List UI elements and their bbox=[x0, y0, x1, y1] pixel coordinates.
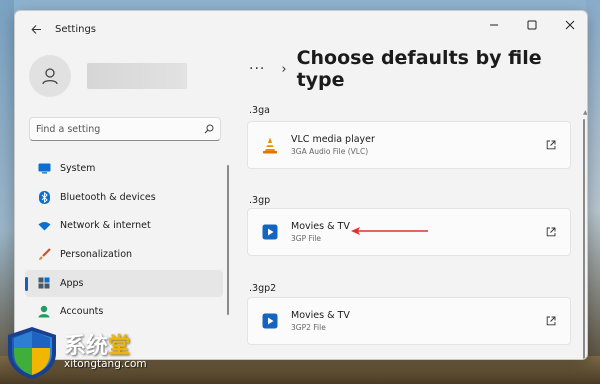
vlc-cone-icon bbox=[261, 136, 279, 154]
scroll-up-arrow-icon[interactable]: ▲ bbox=[583, 109, 587, 116]
sidebar-scrollbar[interactable] bbox=[227, 165, 229, 315]
movies-tv-icon bbox=[261, 223, 279, 241]
window-controls bbox=[475, 11, 587, 41]
app-title: Settings bbox=[55, 23, 97, 35]
shield-logo-icon bbox=[8, 327, 56, 379]
breadcrumb-more-button[interactable]: ··· bbox=[249, 61, 265, 77]
file-extension-heading: .3gp bbox=[249, 195, 271, 206]
user-profile[interactable] bbox=[29, 55, 187, 97]
sidebar: System Bluetooth & devices Network & int… bbox=[15, 47, 233, 359]
monitor-icon bbox=[37, 162, 51, 176]
maximize-button[interactable] bbox=[513, 11, 551, 39]
person-icon bbox=[42, 68, 58, 85]
card-text: Movies & TV 3GP File bbox=[291, 221, 350, 243]
brush-icon bbox=[37, 248, 51, 262]
watermark-chinese-text: 系统堂 bbox=[64, 333, 131, 359]
sidebar-item-label: Personalization bbox=[60, 249, 133, 261]
sidebar-item-label: Apps bbox=[60, 277, 84, 289]
avatar bbox=[29, 55, 71, 97]
sidebar-item-apps[interactable]: Apps bbox=[25, 269, 223, 297]
back-button[interactable] bbox=[21, 14, 51, 44]
default-app-card[interactable]: VLC media player 3GA Audio File (VLC) bbox=[247, 121, 571, 169]
card-text: VLC media player 3GA Audio File (VLC) bbox=[291, 134, 375, 156]
file-type-description: 3GA Audio File (VLC) bbox=[291, 147, 369, 156]
default-app-card[interactable]: Movies & TV 3GP2 File bbox=[247, 297, 571, 345]
sidebar-item-bluetooth[interactable]: Bluetooth & devices bbox=[25, 184, 223, 211]
person-icon bbox=[37, 305, 51, 319]
sidebar-item-system[interactable]: System bbox=[25, 155, 223, 182]
open-external-icon[interactable] bbox=[544, 314, 558, 328]
back-arrow-icon bbox=[30, 24, 41, 34]
minimize-button[interactable] bbox=[475, 11, 513, 39]
site-watermark: 系统堂 xitongtang.com bbox=[0, 322, 162, 382]
bluetooth-icon bbox=[37, 190, 51, 204]
open-external-icon[interactable] bbox=[544, 225, 558, 239]
breadcrumb: ··· › Choose defaults by file type bbox=[249, 47, 587, 91]
main-scrollbar[interactable] bbox=[583, 119, 585, 359]
file-extension-heading: .3gp2 bbox=[249, 283, 277, 294]
sidebar-item-network[interactable]: Network & internet bbox=[25, 212, 223, 239]
close-button[interactable] bbox=[551, 11, 587, 39]
annotation-arrow-icon bbox=[351, 227, 428, 235]
sidebar-item-personalization[interactable]: Personalization bbox=[25, 241, 223, 268]
settings-window: Settings Find a setting System Bluetooth… bbox=[14, 10, 588, 360]
close-icon bbox=[565, 20, 575, 30]
app-name: Movies & TV bbox=[291, 310, 350, 321]
file-type-description: 3GP File bbox=[291, 234, 322, 243]
app-name: VLC media player bbox=[291, 134, 375, 145]
sidebar-item-label: Accounts bbox=[60, 306, 104, 318]
card-text: Movies & TV 3GP2 File bbox=[291, 310, 350, 332]
sidebar-item-label: Network & internet bbox=[60, 220, 151, 232]
open-external-icon[interactable] bbox=[544, 138, 558, 152]
app-name: Movies & TV bbox=[291, 221, 350, 232]
desktop-wallpaper-right bbox=[586, 0, 600, 384]
sidebar-item-label: System bbox=[60, 163, 96, 174]
file-type-description: 3GP2 File bbox=[291, 323, 326, 332]
file-extension-heading: .3ga bbox=[249, 105, 270, 116]
search-box[interactable] bbox=[29, 117, 221, 141]
sidebar-nav: System Bluetooth & devices Network & int… bbox=[25, 155, 223, 327]
search-icon[interactable] bbox=[204, 124, 214, 134]
default-app-card[interactable]: Movies & TV 3GP File bbox=[247, 208, 571, 256]
minimize-icon bbox=[490, 24, 498, 26]
maximize-icon bbox=[527, 20, 537, 30]
apps-icon bbox=[37, 276, 51, 290]
watermark-url: xitongtang.com bbox=[64, 358, 147, 370]
sidebar-item-label: Bluetooth & devices bbox=[60, 191, 156, 203]
main-content: ··· › Choose defaults by file type .3ga … bbox=[233, 47, 587, 359]
breadcrumb-separator: › bbox=[281, 61, 287, 77]
profile-name-redacted bbox=[87, 63, 187, 89]
title-bar: Settings bbox=[15, 11, 587, 47]
page-title: Choose defaults by file type bbox=[296, 47, 542, 91]
movies-tv-icon bbox=[261, 312, 279, 330]
search-input[interactable] bbox=[36, 123, 196, 135]
wifi-icon bbox=[37, 219, 51, 233]
